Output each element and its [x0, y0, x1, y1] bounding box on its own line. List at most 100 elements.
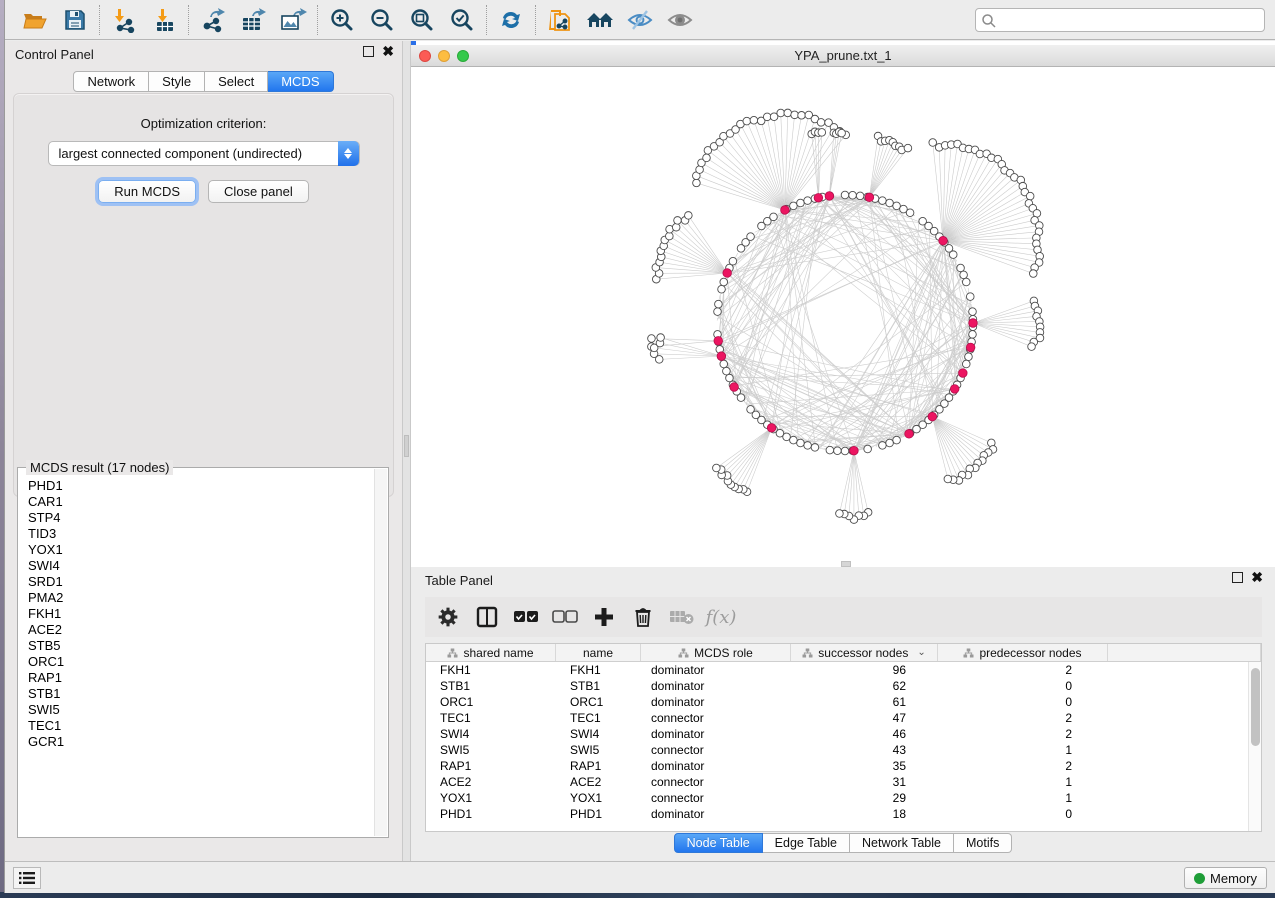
memory-button[interactable]: Memory [1184, 867, 1267, 889]
minimize-window-icon[interactable] [438, 50, 450, 62]
table-row[interactable]: SWI4SWI4dominator462 [426, 726, 1261, 742]
mcds-result-item[interactable]: ACE2 [28, 622, 374, 638]
close-panel-icon[interactable]: ✖ [382, 46, 394, 57]
column-header-successor-nodes[interactable]: successor nodes⌄ [791, 644, 938, 661]
tab-network[interactable]: Network [73, 71, 149, 92]
task-history-button[interactable] [13, 867, 41, 889]
zoom-out-button[interactable] [362, 3, 402, 37]
houses-button[interactable] [580, 3, 620, 37]
column-header-name[interactable]: name [556, 644, 641, 661]
scrollbar-thumb[interactable] [1251, 668, 1260, 746]
table-row[interactable]: SWI5SWI5connector431 [426, 742, 1261, 758]
zoom-fit-button[interactable] [402, 3, 442, 37]
export-network-button[interactable] [193, 3, 233, 37]
column-header-MCDS-role[interactable]: MCDS role [641, 644, 791, 661]
table-row[interactable]: PHD1PHD1dominator180 [426, 806, 1261, 822]
delete-table-button[interactable] [667, 602, 697, 632]
optimization-criterion-select[interactable]: largest connected component (undirected) [48, 141, 360, 166]
tab-mcds[interactable]: MCDS [268, 71, 333, 92]
table-scrollbar[interactable] [1248, 662, 1261, 831]
float-panel-icon[interactable] [1232, 572, 1243, 583]
export-table-button[interactable] [233, 3, 273, 37]
create-column-button[interactable] [589, 602, 619, 632]
cell-mcds-role: dominator [641, 694, 791, 710]
zoom-out-icon [369, 7, 395, 33]
maximize-window-icon[interactable] [457, 50, 469, 62]
mcds-result-item[interactable]: STB5 [28, 638, 374, 654]
mcds-result-item[interactable]: TEC1 [28, 718, 374, 734]
mcds-result-item[interactable]: ORC1 [28, 654, 374, 670]
show-columns-button[interactable] [472, 602, 502, 632]
network-graph [411, 67, 1275, 567]
function-builder-button[interactable]: f(x) [706, 602, 736, 632]
run-mcds-button[interactable]: Run MCDS [98, 180, 196, 203]
table-row[interactable]: ACE2ACE2connector311 [426, 774, 1261, 790]
close-window-icon[interactable] [419, 50, 431, 62]
cell-name: SWI4 [556, 726, 641, 742]
import-table-button[interactable] [144, 3, 184, 37]
deselect-all-columns-button[interactable] [550, 602, 580, 632]
mcds-result-item[interactable]: GCR1 [28, 734, 374, 750]
hide-graphics-details-button[interactable] [620, 3, 660, 37]
table-panel-header: Table Panel ✖ [411, 567, 1275, 593]
mcds-result-item[interactable]: FKH1 [28, 606, 374, 622]
hierarchy-icon [802, 648, 813, 658]
select-stepper-icon [338, 141, 359, 166]
mcds-result-item[interactable]: RAP1 [28, 670, 374, 686]
table-row[interactable]: TEC1TEC1connector472 [426, 710, 1261, 726]
mcds-result-item[interactable]: STB1 [28, 686, 374, 702]
mcds-result-item[interactable]: SRD1 [28, 574, 374, 590]
cell-predecessor-nodes: 1 [938, 742, 1108, 758]
hierarchy-icon [447, 648, 458, 658]
network-from-selection-button[interactable] [540, 3, 580, 37]
criterion-selected-value: largest connected component (undirected) [59, 146, 303, 161]
mcds-result-item[interactable]: STP4 [28, 510, 374, 526]
table-row[interactable]: STB1STB1dominator620 [426, 678, 1261, 694]
cell-mcds-role: connector [641, 710, 791, 726]
column-label: shared name [463, 646, 533, 660]
table-settings-button[interactable] [433, 602, 463, 632]
tab-select[interactable]: Select [205, 71, 268, 92]
zoom-in-button[interactable] [322, 3, 362, 37]
show-graphics-details-button[interactable] [660, 3, 700, 37]
zoom-selected-button[interactable] [442, 3, 482, 37]
column-header-predecessor-nodes[interactable]: predecessor nodes [938, 644, 1108, 661]
apply-layout-button[interactable] [491, 3, 531, 37]
table-row[interactable]: RAP1RAP1dominator352 [426, 758, 1261, 774]
column-header-shared-name[interactable]: shared name [426, 644, 556, 661]
network-canvas[interactable] [411, 67, 1275, 567]
mcds-list-scrollbar[interactable] [374, 469, 387, 836]
tab-edge-table[interactable]: Edge Table [763, 833, 850, 853]
close-panel-button[interactable]: Close panel [208, 180, 309, 203]
export-image-button[interactable] [273, 3, 313, 37]
save-session-button[interactable] [55, 3, 95, 37]
tab-network-table[interactable]: Network Table [850, 833, 954, 853]
cell-predecessor-nodes: 2 [938, 662, 1108, 678]
import-network-button[interactable] [104, 3, 144, 37]
network-window-titlebar[interactable]: YPA_prune.txt_1 [411, 45, 1275, 67]
close-panel-icon[interactable]: ✖ [1251, 572, 1263, 583]
cell-predecessor-nodes: 2 [938, 758, 1108, 774]
table-row[interactable]: FKH1FKH1dominator962 [426, 662, 1261, 678]
tab-motifs[interactable]: Motifs [954, 833, 1012, 853]
mcds-result-item[interactable]: YOX1 [28, 542, 374, 558]
cell-mcds-role: dominator [641, 678, 791, 694]
mcds-result-item[interactable]: CAR1 [28, 494, 374, 510]
tab-node-table[interactable]: Node Table [674, 833, 763, 853]
mcds-result-item[interactable]: PMA2 [28, 590, 374, 606]
mcds-result-item[interactable]: TID3 [28, 526, 374, 542]
tab-style[interactable]: Style [149, 71, 205, 92]
delete-column-button[interactable] [628, 602, 658, 632]
search-input[interactable] [1000, 10, 1260, 30]
select-all-columns-button[interactable] [511, 602, 541, 632]
table-row[interactable]: ORC1ORC1dominator610 [426, 694, 1261, 710]
vertical-splitter[interactable] [402, 41, 411, 861]
table-row[interactable]: YOX1YOX1connector291 [426, 790, 1261, 806]
open-session-button[interactable] [15, 3, 55, 37]
float-panel-icon[interactable] [363, 46, 374, 57]
mcds-result-item[interactable]: SWI4 [28, 558, 374, 574]
mcds-result-item[interactable]: PHD1 [28, 478, 374, 494]
mcds-result-item[interactable]: SWI5 [28, 702, 374, 718]
splitter-grip[interactable] [404, 435, 409, 457]
window-controls [419, 50, 469, 62]
